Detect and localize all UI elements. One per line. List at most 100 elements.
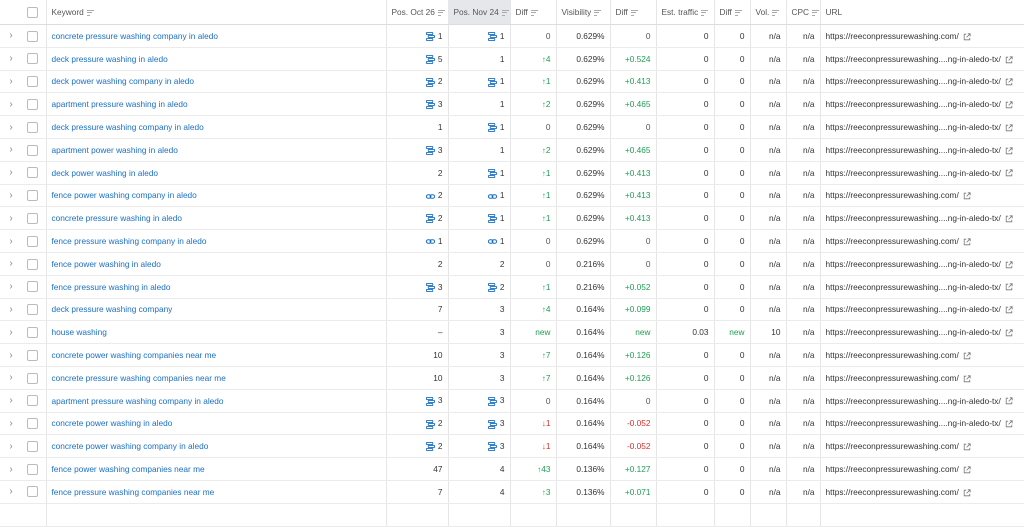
row-select[interactable] [22,320,46,345]
url-text[interactable]: https://reeconpressurewashing....ng-in-a… [826,304,1001,314]
expand-chevron-icon[interactable]: › [0,229,22,253]
row-checkbox[interactable] [27,235,38,247]
row-select[interactable] [22,275,46,299]
url-text[interactable]: https://reeconpressurewashing....ng-in-a… [826,145,1001,155]
row-checkbox[interactable] [27,349,38,361]
row-checkbox[interactable] [27,121,38,133]
keyword-link[interactable]: house washing [52,327,107,337]
sort-icon[interactable] [812,9,820,16]
keyword-link[interactable]: fence pressure washing in aledo [52,282,171,292]
sort-icon[interactable] [772,9,780,16]
url-text[interactable]: https://reeconpressurewashing.com/ [826,31,959,41]
expand-chevron-icon[interactable]: › [0,24,22,48]
url-text[interactable]: https://reeconpressurewashing.com/ [826,236,959,246]
url-text[interactable]: https://reeconpressurewashing.com/ [826,190,959,200]
row-checkbox[interactable] [27,144,38,156]
row-select[interactable] [22,298,46,322]
row-checkbox[interactable] [27,440,38,452]
serp-features-icon[interactable] [487,396,497,406]
serp-features-icon[interactable] [487,77,497,87]
header-volume[interactable]: Vol. [749,0,786,25]
expand-chevron-icon[interactable]: › [0,457,22,481]
keyword-link[interactable]: deck power washing company in aledo [52,76,195,86]
url-text[interactable]: https://reeconpressurewashing....ng-in-a… [826,168,1001,178]
keyword-link[interactable]: deck power washing in aledo [52,168,159,178]
row-checkbox[interactable] [27,53,38,65]
serp-features-icon[interactable] [425,77,435,87]
header-diff-pos[interactable]: Diff [509,0,556,25]
serp-features-icon[interactable] [425,146,435,156]
url-text[interactable]: https://reeconpressurewashing.com/ [826,373,959,383]
row-checkbox[interactable] [27,76,38,88]
expand-chevron-icon[interactable]: › [0,434,22,459]
header-diff-traffic[interactable]: Diff [713,0,750,25]
external-link-icon[interactable] [1005,397,1013,405]
keyword-link[interactable]: fence power washing in aledo [52,259,161,269]
keyword-link[interactable]: deck pressure washing company [52,304,173,314]
serp-features-icon[interactable] [487,123,497,133]
external-link-icon[interactable] [963,466,971,474]
header-pos-oct[interactable]: Pos. Oct 26 [385,0,448,25]
expand-chevron-icon[interactable]: › [0,70,22,94]
keyword-link[interactable]: concrete pressure washing in aledo [52,213,183,223]
header-est-traffic[interactable]: Est. traffic [655,0,714,25]
expand-chevron-icon[interactable]: › [0,412,22,436]
expand-chevron-icon[interactable]: › [0,161,22,185]
row-checkbox[interactable] [27,167,38,179]
keyword-link[interactable]: fence power washing company in aledo [52,190,197,200]
serp-features-icon[interactable] [487,168,497,178]
expand-chevron-icon[interactable]: › [0,389,22,413]
expand-chevron-icon[interactable]: › [0,206,22,231]
row-select[interactable] [22,206,46,231]
external-link-icon[interactable] [1005,215,1013,223]
external-link-icon[interactable] [963,443,971,451]
sort-icon[interactable] [501,9,509,16]
sort-icon[interactable] [594,9,602,16]
serp-features-icon[interactable] [425,214,435,224]
row-select[interactable] [22,252,46,276]
sort-icon[interactable] [701,9,709,16]
external-link-icon[interactable] [963,192,971,200]
row-checkbox[interactable] [27,463,38,475]
expand-chevron-icon[interactable] [0,503,22,527]
external-link-icon[interactable] [1005,169,1013,177]
row-checkbox[interactable] [27,486,38,498]
header-visibility[interactable]: Visibility [555,0,610,25]
keyword-link[interactable]: concrete power washing companies near me [52,350,217,360]
external-link-icon[interactable] [963,238,971,246]
row-checkbox[interactable] [27,418,38,430]
row-select[interactable] [22,412,46,436]
keyword-link[interactable]: fence pressure washing company in aledo [52,236,207,246]
url-text[interactable]: https://reeconpressurewashing....ng-in-a… [826,418,1001,428]
row-checkbox[interactable] [27,258,38,270]
url-text[interactable]: https://reeconpressurewashing.com/ [826,487,959,497]
row-checkbox[interactable] [27,190,38,202]
external-link-icon[interactable] [1005,283,1013,291]
row-select[interactable] [22,434,46,459]
external-link-icon[interactable] [1005,329,1013,337]
expand-chevron-icon[interactable]: › [0,47,22,71]
row-checkbox[interactable] [27,372,38,384]
keyword-link[interactable]: concrete power washing company in aledo [52,441,209,451]
expand-chevron-icon[interactable]: › [0,252,22,276]
row-select[interactable] [22,184,46,208]
serp-features-icon[interactable] [425,282,435,292]
url-text[interactable]: https://reeconpressurewashing....ng-in-a… [826,122,1001,132]
serp-features-icon[interactable] [487,32,497,42]
url-text[interactable]: https://reeconpressurewashing....ng-in-a… [826,99,1001,109]
row-select[interactable] [22,47,46,71]
expand-chevron-icon[interactable]: › [0,138,22,162]
select-all-checkbox[interactable] [27,6,38,18]
expand-chevron-icon[interactable]: › [0,320,22,345]
url-text[interactable]: https://reeconpressurewashing....ng-in-a… [826,396,1001,406]
sort-icon[interactable] [437,9,445,16]
external-link-icon[interactable] [1005,420,1013,428]
keyword-link[interactable]: apartment pressure washing company in al… [52,396,224,406]
sort-icon[interactable] [86,9,94,16]
expand-chevron-icon[interactable]: › [0,92,22,117]
url-text[interactable]: https://reeconpressurewashing....ng-in-a… [826,213,1001,223]
sort-icon[interactable] [530,9,538,16]
url-text[interactable]: https://reeconpressurewashing.com/ [826,464,959,474]
header-pos-nov[interactable]: Pos. Nov 24 [447,0,510,25]
url-text[interactable]: https://reeconpressurewashing....ng-in-a… [826,259,1001,269]
